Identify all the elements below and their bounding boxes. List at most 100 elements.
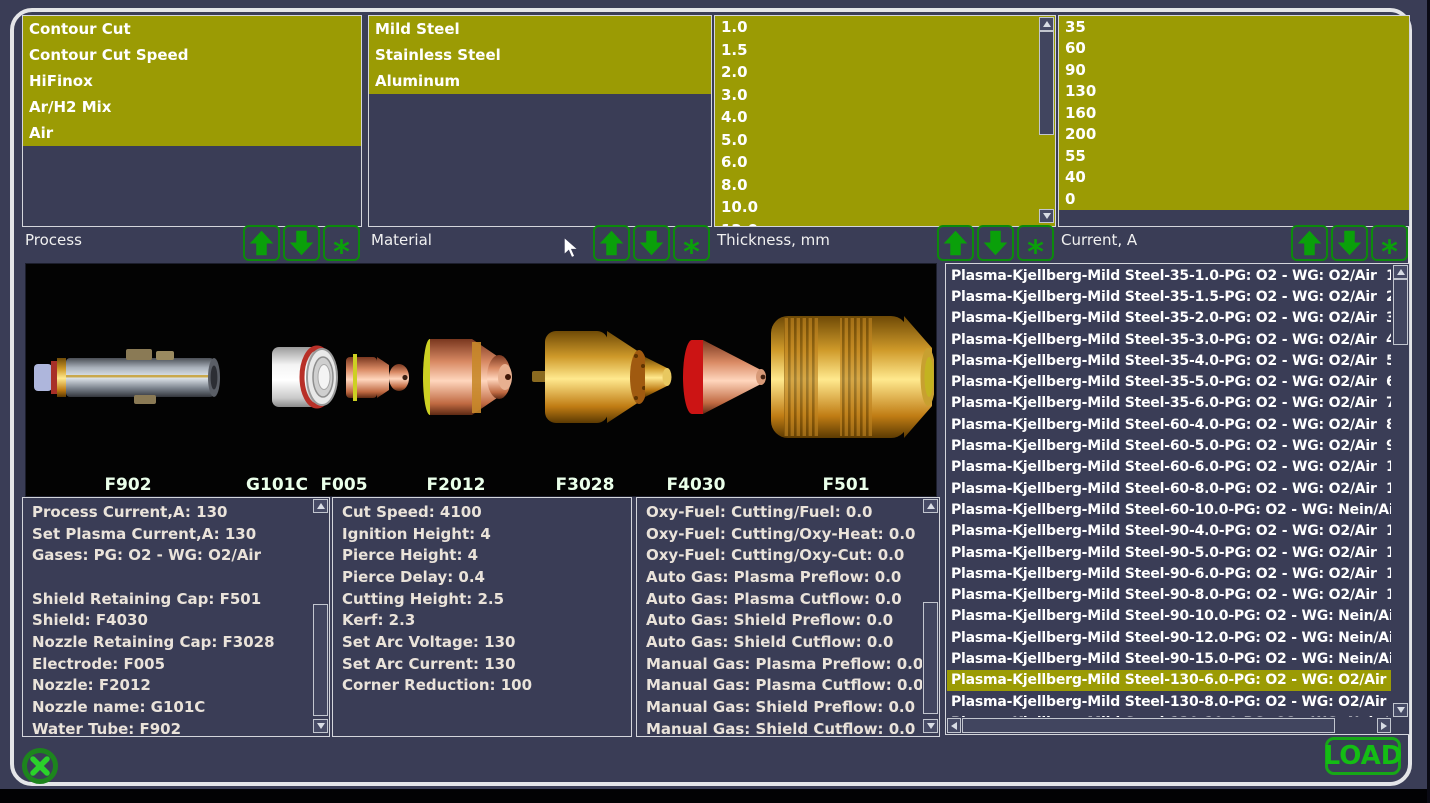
list-option[interactable]: 130 bbox=[1059, 81, 1409, 103]
record-row[interactable]: Plasma-Kjellberg-Mild Steel-90-10.0-PG: … bbox=[947, 606, 1391, 627]
record-row[interactable]: Plasma-Kjellberg-Mild Steel-35-1.0-PG: O… bbox=[947, 265, 1391, 286]
records-hscroll-right-button[interactable] bbox=[1377, 718, 1391, 733]
record-row[interactable]: Plasma-Kjellberg-Mild Steel-35-4.0-PG: O… bbox=[947, 350, 1391, 371]
thickness-mm-label: Thickness, mm bbox=[714, 225, 830, 263]
records-vscrollbar[interactable] bbox=[1393, 265, 1408, 717]
list-option[interactable]: 90 bbox=[1059, 59, 1409, 81]
record-row[interactable]: Plasma-Kjellberg-Mild Steel-90-12.0-PG: … bbox=[947, 627, 1391, 648]
record-row[interactable]: Plasma-Kjellberg-Mild Steel-35-3.0-PG: O… bbox=[947, 329, 1391, 350]
gas-parameters-scrollbar-thumb[interactable] bbox=[923, 602, 938, 714]
record-row[interactable]: Plasma-Kjellberg-Mild Steel-90-15.0-PG: … bbox=[947, 648, 1391, 669]
record-row[interactable]: Plasma-Kjellberg-Mild Steel-130-10.0-PG:… bbox=[947, 712, 1391, 717]
material-all-button[interactable]: * bbox=[673, 225, 710, 261]
record-row[interactable]: Plasma-Kjellberg-Mild Steel-35-5.0-PG: O… bbox=[947, 371, 1391, 392]
record-row[interactable]: Plasma-Kjellberg-Mild Steel-35-1.5-PG: O… bbox=[947, 286, 1391, 307]
cut-parameters-panel: Cut Speed: 4100Ignition Height: 4Pierce … bbox=[332, 497, 632, 737]
torch-parts-image: F902G101CF005F2012F3028F4030F501 bbox=[25, 263, 937, 497]
record-row[interactable]: Plasma-Kjellberg-Mild Steel-60-6.0-PG: O… bbox=[947, 457, 1391, 478]
process-up-button[interactable] bbox=[243, 225, 280, 261]
current-a-down-button[interactable] bbox=[1331, 225, 1368, 261]
record-row[interactable]: Plasma-Kjellberg-Mild Steel-90-5.0-PG: O… bbox=[947, 542, 1391, 563]
list-option[interactable]: Ar/H2 Mix bbox=[23, 94, 361, 120]
list-option[interactable]: 55 bbox=[1059, 145, 1409, 167]
thickness-mm-scrollbar-thumb[interactable] bbox=[1039, 31, 1054, 135]
thickness-mm-down-button[interactable] bbox=[977, 225, 1014, 261]
records-hscroll-left-button[interactable] bbox=[947, 718, 961, 733]
part-label-f005: F005 bbox=[320, 475, 367, 495]
record-row[interactable]: Plasma-Kjellberg-Mild Steel-35-2.0-PG: O… bbox=[947, 308, 1391, 329]
records-vscrollbar-up-button[interactable] bbox=[1393, 265, 1408, 279]
current-a-up-button[interactable] bbox=[1291, 225, 1328, 261]
record-row[interactable]: Plasma-Kjellberg-Mild Steel-90-4.0-PG: O… bbox=[947, 521, 1391, 542]
list-option[interactable]: 35 bbox=[1059, 16, 1409, 38]
record-row[interactable]: Plasma-Kjellberg-Mild Steel-60-5.0-PG: O… bbox=[947, 435, 1391, 456]
consumables-scrollbar-down-button[interactable] bbox=[313, 719, 328, 733]
list-option[interactable]: Air bbox=[23, 120, 361, 146]
records-hscrollbar[interactable] bbox=[947, 718, 1391, 733]
list-option[interactable]: 4.0 bbox=[715, 106, 1055, 129]
list-option[interactable]: 160 bbox=[1059, 102, 1409, 124]
consumables-scrollbar-thumb[interactable] bbox=[313, 604, 328, 716]
list-option[interactable]: 1.0 bbox=[715, 16, 1055, 39]
record-row[interactable]: Plasma-Kjellberg-Mild Steel-60-10.0-PG: … bbox=[947, 499, 1391, 520]
list-option[interactable]: 60 bbox=[1059, 38, 1409, 60]
thickness-mm-listbox[interactable]: 1.01.52.03.04.05.06.08.010.012.0 bbox=[714, 15, 1056, 227]
load-button[interactable]: LOAD bbox=[1325, 737, 1401, 775]
current-a-all-button[interactable]: * bbox=[1371, 225, 1408, 261]
records-vscrollbar-down-button[interactable] bbox=[1393, 703, 1408, 717]
current-a-listbox[interactable]: 35609013016020055400 bbox=[1058, 15, 1410, 227]
list-option[interactable]: Aluminum bbox=[369, 68, 711, 94]
record-row[interactable]: Plasma-Kjellberg-Mild Steel-35-6.0-PG: O… bbox=[947, 393, 1391, 414]
list-option[interactable]: Stainless Steel bbox=[369, 42, 711, 68]
records-vscrollbar-thumb[interactable] bbox=[1393, 279, 1408, 345]
record-row[interactable]: Plasma-Kjellberg-Mild Steel-90-8.0-PG: O… bbox=[947, 584, 1391, 605]
close-button[interactable] bbox=[22, 748, 58, 784]
material-footer: Material* bbox=[368, 225, 710, 263]
torch-part-f2012 bbox=[423, 339, 512, 415]
process-listbox[interactable]: Contour CutContour Cut SpeedHiFinoxAr/H2… bbox=[22, 15, 362, 227]
process-all-button[interactable]: * bbox=[323, 225, 360, 261]
gas-parameters-scrollbar-down-button[interactable] bbox=[923, 719, 938, 733]
list-option[interactable]: 40 bbox=[1059, 167, 1409, 189]
torch-part-f501 bbox=[771, 316, 934, 438]
list-option[interactable]: 2.0 bbox=[715, 61, 1055, 84]
current-a-label: Current, A bbox=[1058, 225, 1137, 263]
records-hscroll-thumb[interactable] bbox=[962, 718, 1335, 733]
list-option[interactable]: 10.0 bbox=[715, 196, 1055, 219]
record-row-selected[interactable]: Plasma-Kjellberg-Mild Steel-130-6.0-PG: … bbox=[947, 670, 1391, 691]
thickness-mm-scrollbar-up-button[interactable] bbox=[1039, 17, 1054, 31]
list-option[interactable]: HiFinox bbox=[23, 68, 361, 94]
process-down-button[interactable] bbox=[283, 225, 320, 261]
record-row[interactable]: Plasma-Kjellberg-Mild Steel-90-6.0-PG: O… bbox=[947, 563, 1391, 584]
record-row[interactable]: Plasma-Kjellberg-Mild Steel-60-8.0-PG: O… bbox=[947, 478, 1391, 499]
thickness-mm-scrollbar-down-button[interactable] bbox=[1039, 209, 1054, 223]
list-option[interactable]: Contour Cut bbox=[23, 16, 361, 42]
record-row[interactable]: Plasma-Kjellberg-Mild Steel-60-4.0-PG: O… bbox=[947, 414, 1391, 435]
list-option[interactable]: 3.0 bbox=[715, 84, 1055, 107]
list-option[interactable]: 8.0 bbox=[715, 174, 1055, 197]
thickness-mm-all-button[interactable]: * bbox=[1017, 225, 1054, 261]
list-option[interactable]: Contour Cut Speed bbox=[23, 42, 361, 68]
gas-parameters-scrollbar-up-button-icon bbox=[927, 503, 935, 509]
list-option[interactable]: 5.0 bbox=[715, 129, 1055, 152]
records-listbox[interactable]: Plasma-Kjellberg-Mild Steel-35-1.0-PG: O… bbox=[945, 263, 1410, 735]
list-option[interactable]: 200 bbox=[1059, 124, 1409, 146]
material-down-button[interactable] bbox=[633, 225, 670, 261]
list-option[interactable]: Mild Steel bbox=[369, 16, 711, 42]
list-option[interactable]: 6.0 bbox=[715, 151, 1055, 174]
consumables-scrollbar[interactable] bbox=[313, 499, 328, 733]
gas-parameters-scrollbar-down-button-icon bbox=[927, 723, 935, 729]
gas-parameters-scrollbar-up-button[interactable] bbox=[923, 499, 938, 513]
part-label-f501: F501 bbox=[822, 475, 869, 495]
torch-part-f902 bbox=[34, 349, 220, 404]
panel-line: Electrode: F005 bbox=[24, 653, 312, 675]
consumables-scrollbar-up-button[interactable] bbox=[313, 499, 328, 513]
thickness-mm-up-button[interactable] bbox=[937, 225, 974, 261]
thickness-mm-scrollbar[interactable] bbox=[1039, 17, 1054, 223]
list-option[interactable]: 1.5 bbox=[715, 39, 1055, 62]
material-up-button[interactable] bbox=[593, 225, 630, 261]
record-row[interactable]: Plasma-Kjellberg-Mild Steel-130-8.0-PG: … bbox=[947, 691, 1391, 712]
material-listbox[interactable]: Mild SteelStainless SteelAluminum bbox=[368, 15, 712, 227]
list-option[interactable]: 0 bbox=[1059, 188, 1409, 210]
gas-parameters-scrollbar[interactable] bbox=[923, 499, 938, 733]
